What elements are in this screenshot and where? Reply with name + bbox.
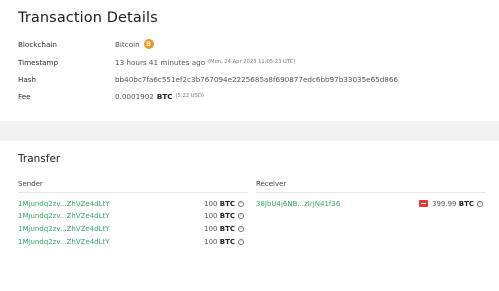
sender-amount: 100 BTC i [204,198,244,209]
sender-amount-unit: BTC [219,199,235,208]
page-title: Transaction Details [18,10,158,26]
timestamp-utc: (Mon, 24 Apr 2023 11:05:23 UTC) [208,59,296,65]
hash-label: Hash [18,74,37,84]
sender-amount-value: 100 [204,237,218,246]
sender-amount: 100 BTC i [204,223,244,234]
blockchain-value: Bitcoin [115,39,140,49]
receiver-header-rule [256,192,486,193]
info-icon[interactable]: i [238,238,244,245]
info-icon[interactable]: i [238,225,244,232]
sender-amount-unit: BTC [219,237,235,246]
info-icon[interactable]: i [238,212,244,219]
bitcoin-icon: B [143,39,154,49]
fee-amount: 0.0001902 [115,91,154,101]
hash-row: Hash bb40bc7fa6c551ef2c3b767094e2225685a… [18,72,398,86]
receiver-amount-unit: BTC [458,199,474,208]
sender-row: 1Mjundq2zv...ZhVZe4dLtY [18,223,110,234]
blockchain-row: Blockchain Bitcoin B [18,37,154,51]
info-icon[interactable]: i [238,200,244,207]
timestamp-value: 13 hours 41 minutes ago [115,57,206,67]
blockchain-label: Blockchain [18,39,57,49]
sender-row: 1Mjundq2zv...ZhVZe4dLtY [18,210,110,221]
receiver-row: 38JbU4j6NB...zIrJN41f36 [256,198,340,209]
sender-address-link[interactable]: 1Mjundq2zv...ZhVZe4dLtY [18,238,110,246]
sender-amount-value: 100 [204,199,218,208]
fee-row: Fee 0.0001902 BTC (5.22 USD) [18,89,204,103]
fee-unit: BTC [156,91,173,101]
sender-address-link[interactable]: 1Mjundq2zv...ZhVZe4dLtY [18,200,110,208]
hash-link[interactable]: bb40bc7fa6c551ef2c3b767094e2225685a8f690… [115,75,398,84]
sender-amount: 100 BTC i [204,210,244,221]
transaction-details-card: Transaction Details Blockchain Bitcoin B… [0,0,499,118]
sender-amount-unit: BTC [219,224,235,233]
sender-address-link[interactable]: 1Mjundq2zv...ZhVZe4dLtY [18,212,110,220]
fee-usd: (5.22 USD) [175,93,204,99]
sender-address-link[interactable]: 1Mjundq2zv...ZhVZe4dLtY [18,225,110,233]
sender-amount-value: 100 [204,211,218,220]
section-divider [0,121,499,141]
sender-amount-value: 100 [204,224,218,233]
sender-row: 1Mjundq2zv...ZhVZe4dLtY [18,236,110,247]
receiver-address-link[interactable]: 38JbU4j6NB...zIrJN41f36 [256,200,340,208]
timestamp-label: Timestamp [18,57,59,67]
info-icon[interactable]: i [477,200,483,207]
no-entry-icon [419,200,429,207]
sender-header-rule [18,192,248,193]
sender-amount-unit: BTC [219,211,235,220]
sender-row: 1Mjundq2zv...ZhVZe4dLtY [18,198,110,209]
receiver-amount: 399.99 BTC i [419,198,483,209]
receiver-amount-value: 399.99 [432,199,457,208]
sender-amount: 100 BTC i [204,236,244,247]
timestamp-row: Timestamp 13 hours 41 minutes ago (Mon, … [18,55,295,69]
receiver-header: Receiver [256,180,287,188]
transfer-title: Transfer [18,153,61,165]
sender-header: Sender [18,180,43,188]
fee-label: Fee [18,91,31,101]
